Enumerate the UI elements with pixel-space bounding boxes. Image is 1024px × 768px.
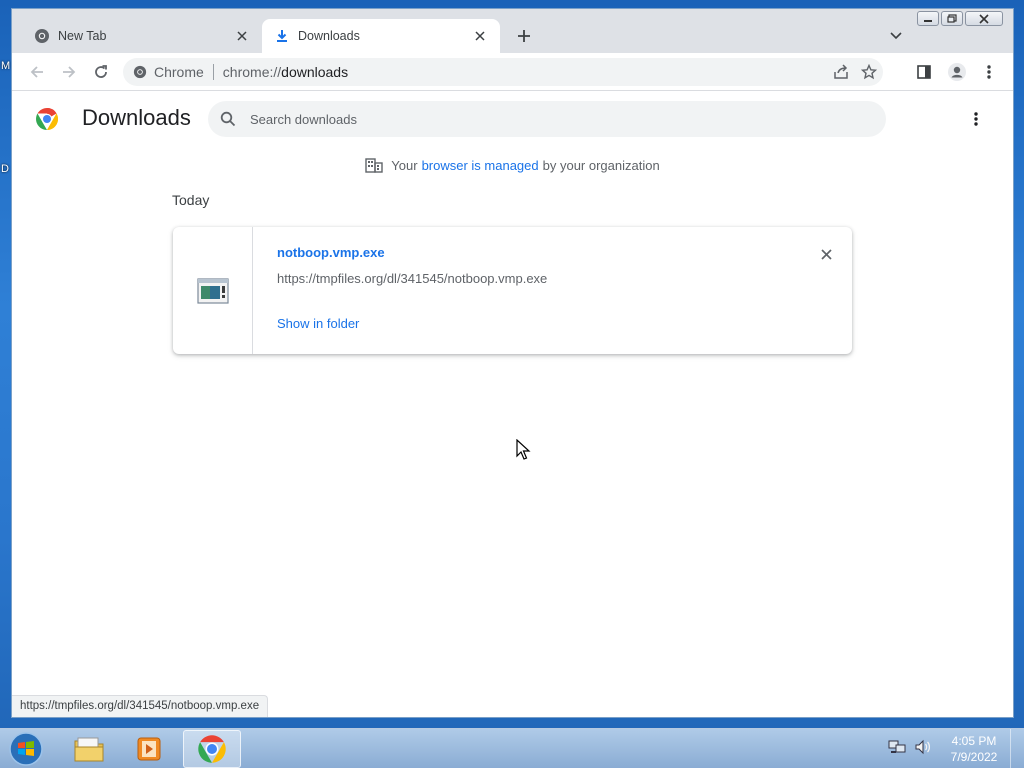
close-icon xyxy=(475,31,485,41)
taskbar-media-player[interactable] xyxy=(120,730,178,768)
browser-window: New Tab Downloads Chrome chrome://downlo… xyxy=(11,8,1014,718)
kebab-menu-icon xyxy=(974,112,978,126)
taskbar-file-explorer[interactable] xyxy=(60,730,118,768)
side-panel-button[interactable] xyxy=(911,59,937,85)
mouse-cursor-icon xyxy=(515,438,531,466)
tab-search-button[interactable] xyxy=(884,24,908,48)
downloads-page: Downloads Search downloads Your browser … xyxy=(12,91,1013,717)
chrome-icon xyxy=(133,65,147,79)
profile-button[interactable] xyxy=(944,59,970,85)
start-button[interactable] xyxy=(6,731,46,767)
taskbar-clock[interactable]: 4:05 PM 7/9/2022 xyxy=(940,733,1008,765)
search-placeholder: Search downloads xyxy=(250,111,357,127)
divider xyxy=(212,64,214,80)
menu-button[interactable] xyxy=(976,59,1002,85)
chevron-down-icon xyxy=(890,32,902,40)
downloads-header: Downloads Search downloads xyxy=(12,91,1013,147)
clock-time: 4:05 PM xyxy=(951,734,997,748)
remove-download-button[interactable] xyxy=(816,244,836,264)
site-chip-label: Chrome xyxy=(154,64,204,80)
reload-icon xyxy=(95,65,107,78)
bookmark-button[interactable] xyxy=(855,60,883,84)
desktop-icon-label-m: M xyxy=(1,60,11,72)
tab-downloads[interactable]: Downloads xyxy=(262,19,500,53)
url-text[interactable]: chrome://downloads xyxy=(223,64,348,80)
tab-title: New Tab xyxy=(58,29,107,43)
building-icon xyxy=(365,157,383,173)
tab-close-button[interactable] xyxy=(472,28,488,44)
url-scheme: chrome:// xyxy=(222,64,282,80)
chrome-logo-icon xyxy=(35,107,59,131)
media-player-icon xyxy=(137,737,161,761)
plus-icon xyxy=(518,30,530,42)
share-icon xyxy=(834,64,848,79)
share-button[interactable] xyxy=(827,60,855,84)
reload-button[interactable] xyxy=(88,59,114,85)
executable-file-icon xyxy=(196,277,229,304)
url-host: downloads xyxy=(281,64,349,80)
close-icon xyxy=(820,248,832,260)
arrow-right-icon xyxy=(63,66,76,78)
star-icon xyxy=(861,64,877,80)
site-chip[interactable]: Chrome xyxy=(133,64,204,80)
tab-close-button[interactable] xyxy=(234,28,250,44)
downloads-menu-button[interactable] xyxy=(964,107,988,131)
address-bar[interactable]: Chrome chrome://downloads xyxy=(123,58,883,86)
show-desktop-button[interactable] xyxy=(1010,729,1024,768)
clock-date: 7/9/2022 xyxy=(950,750,998,764)
side-panel-icon xyxy=(917,65,931,79)
toolbar: Chrome chrome://downloads xyxy=(12,53,1013,91)
taskbar-chrome[interactable] xyxy=(183,730,241,768)
tab-title: Downloads xyxy=(298,29,360,43)
folder-icon xyxy=(74,737,104,762)
managed-prefix: Your xyxy=(391,157,418,173)
chrome-icon xyxy=(198,735,226,763)
omnibox-actions xyxy=(827,60,883,84)
system-tray xyxy=(888,729,932,768)
date-section-label: Today xyxy=(172,192,210,208)
volume-icon[interactable] xyxy=(914,739,932,760)
desktop-icon-label-d: D xyxy=(1,163,9,175)
managed-suffix: by your organization xyxy=(542,157,660,173)
chrome-icon xyxy=(34,28,50,44)
search-icon xyxy=(220,111,236,127)
managed-link[interactable]: browser is managed xyxy=(422,158,539,173)
network-icon[interactable] xyxy=(888,739,906,760)
file-name-link[interactable]: notboop.vmp.exe xyxy=(277,245,385,260)
search-downloads-input[interactable]: Search downloads xyxy=(208,101,886,137)
show-in-folder-link[interactable]: Show in folder xyxy=(277,316,359,331)
file-source-url[interactable]: https://tmpfiles.org/dl/341545/notboop.v… xyxy=(277,271,547,286)
file-icon-area xyxy=(173,227,253,354)
taskbar: 4:05 PM 7/9/2022 xyxy=(0,728,1024,768)
arrow-left-icon xyxy=(30,66,43,78)
tab-strip: New Tab Downloads xyxy=(12,9,1013,53)
managed-notice: Your browser is managed by your organiza… xyxy=(12,157,1013,173)
status-bar-url: https://tmpfiles.org/dl/341545/notboop.v… xyxy=(12,695,269,717)
download-icon xyxy=(274,28,290,44)
close-icon xyxy=(237,31,247,41)
avatar-icon xyxy=(948,63,966,81)
tab-new-tab[interactable]: New Tab xyxy=(22,19,262,53)
kebab-menu-icon xyxy=(987,65,991,79)
forward-button[interactable] xyxy=(56,59,82,85)
windows-start-icon xyxy=(9,732,43,766)
new-tab-button[interactable] xyxy=(512,24,536,48)
download-item-card: notboop.vmp.exe https://tmpfiles.org/dl/… xyxy=(173,227,852,354)
back-button[interactable] xyxy=(24,59,50,85)
page-title: Downloads xyxy=(82,105,191,130)
